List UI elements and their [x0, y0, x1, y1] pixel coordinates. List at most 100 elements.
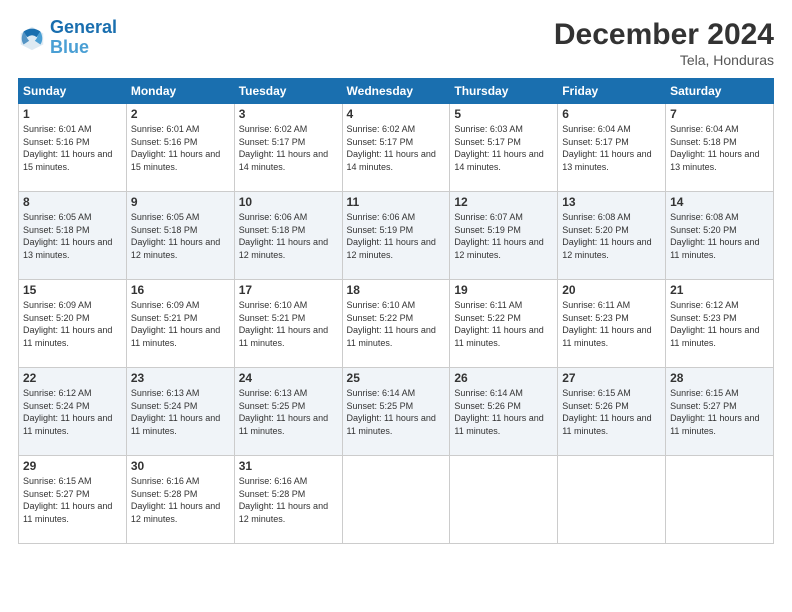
calendar-cell: 30Sunrise: 6:16 AMSunset: 5:28 PMDayligh…: [126, 456, 234, 544]
calendar-table: SundayMondayTuesdayWednesdayThursdayFrid…: [18, 78, 774, 544]
day-number: 26: [454, 371, 553, 385]
day-info: Sunrise: 6:13 AMSunset: 5:25 PMDaylight:…: [239, 387, 338, 437]
month-title: December 2024: [554, 18, 774, 52]
day-header-thursday: Thursday: [450, 79, 558, 104]
day-number: 22: [23, 371, 122, 385]
calendar-cell: 21 Sunrise: 6:12 AMSunset: 5:23 PMDayligh…: [666, 280, 774, 368]
day-info: Sunrise: 6:05 AMSunset: 5:18 PMDaylight:…: [131, 211, 230, 261]
day-info: Sunrise: 6:15 AMSunset: 5:27 PMDaylight:…: [23, 475, 122, 525]
calendar-cell: [666, 456, 774, 544]
day-info: Sunrise: 6:12 AMSunset: 5:24 PMDaylight:…: [23, 387, 122, 437]
day-number: 10: [239, 195, 338, 209]
calendar-cell: 23Sunrise: 6:13 AMSunset: 5:24 PMDayligh…: [126, 368, 234, 456]
week-row: 8Sunrise: 6:05 AMSunset: 5:18 PMDaylight…: [19, 192, 774, 280]
calendar-cell: 9 Sunrise: 6:05 AMSunset: 5:18 PMDaylight…: [126, 192, 234, 280]
calendar-cell: 8Sunrise: 6:05 AMSunset: 5:18 PMDaylight…: [19, 192, 127, 280]
calendar-cell: 22 Sunrise: 6:12 AMSunset: 5:24 PMDayligh…: [19, 368, 127, 456]
day-number: 14: [670, 195, 769, 209]
logo-icon: [18, 24, 46, 52]
day-info: Sunrise: 6:03 AMSunset: 5:17 PMDaylight:…: [454, 123, 553, 173]
logo: GeneralBlue: [18, 18, 117, 58]
calendar-cell: 10 Sunrise: 6:06 AMSunset: 5:18 PMDayligh…: [234, 192, 342, 280]
calendar-cell: 19 Sunrise: 6:11 AMSunset: 5:22 PMDayligh…: [450, 280, 558, 368]
day-info: Sunrise: 6:13 AMSunset: 5:24 PMDaylight:…: [131, 387, 230, 437]
day-info: Sunrise: 6:09 AMSunset: 5:20 PMDaylight:…: [23, 299, 122, 349]
day-number: 15: [23, 283, 122, 297]
day-number: 7: [670, 107, 769, 121]
day-number: 29: [23, 459, 122, 473]
calendar-cell: 14Sunrise: 6:08 AMSunset: 5:20 PMDayligh…: [666, 192, 774, 280]
day-info: Sunrise: 6:06 AMSunset: 5:19 PMDaylight:…: [347, 211, 446, 261]
day-info: Sunrise: 6:04 AMSunset: 5:17 PMDaylight:…: [562, 123, 661, 173]
day-header-sunday: Sunday: [19, 79, 127, 104]
day-info: Sunrise: 6:16 AMSunset: 5:28 PMDaylight:…: [131, 475, 230, 525]
day-number: 25: [347, 371, 446, 385]
calendar-cell: [558, 456, 666, 544]
day-info: Sunrise: 6:09 AMSunset: 5:21 PMDaylight:…: [131, 299, 230, 349]
day-info: Sunrise: 6:01 AMSunset: 5:16 PMDaylight:…: [23, 123, 122, 173]
day-number: 28: [670, 371, 769, 385]
day-info: Sunrise: 6:11 AMSunset: 5:22 PMDaylight:…: [454, 299, 553, 349]
day-number: 13: [562, 195, 661, 209]
subtitle: Tela, Honduras: [554, 52, 774, 68]
calendar-cell: 4 Sunrise: 6:02 AMSunset: 5:17 PMDaylight…: [342, 104, 450, 192]
day-info: Sunrise: 6:02 AMSunset: 5:17 PMDaylight:…: [347, 123, 446, 173]
day-header-tuesday: Tuesday: [234, 79, 342, 104]
day-number: 19: [454, 283, 553, 297]
day-info: Sunrise: 6:04 AMSunset: 5:18 PMDaylight:…: [670, 123, 769, 173]
day-info: Sunrise: 6:07 AMSunset: 5:19 PMDaylight:…: [454, 211, 553, 261]
day-info: Sunrise: 6:08 AMSunset: 5:20 PMDaylight:…: [562, 211, 661, 261]
day-number: 24: [239, 371, 338, 385]
day-number: 2: [131, 107, 230, 121]
week-row: 15 Sunrise: 6:09 AMSunset: 5:20 PMDayligh…: [19, 280, 774, 368]
day-info: Sunrise: 6:06 AMSunset: 5:18 PMDaylight:…: [239, 211, 338, 261]
calendar-cell: 16Sunrise: 6:09 AMSunset: 5:21 PMDayligh…: [126, 280, 234, 368]
day-header-saturday: Saturday: [666, 79, 774, 104]
day-info: Sunrise: 6:14 AMSunset: 5:25 PMDaylight:…: [347, 387, 446, 437]
calendar-cell: 29 Sunrise: 6:15 AMSunset: 5:27 PMDayligh…: [19, 456, 127, 544]
day-number: 12: [454, 195, 553, 209]
calendar-cell: 31 Sunrise: 6:16 AMSunset: 5:28 PMDayligh…: [234, 456, 342, 544]
header: GeneralBlue December 2024 Tela, Honduras: [18, 18, 774, 68]
calendar-cell: [450, 456, 558, 544]
calendar-cell: 25 Sunrise: 6:14 AMSunset: 5:25 PMDayligh…: [342, 368, 450, 456]
logo-text: GeneralBlue: [50, 18, 117, 58]
week-row: 29 Sunrise: 6:15 AMSunset: 5:27 PMDayligh…: [19, 456, 774, 544]
day-number: 27: [562, 371, 661, 385]
day-info: Sunrise: 6:15 AMSunset: 5:27 PMDaylight:…: [670, 387, 769, 437]
day-header-friday: Friday: [558, 79, 666, 104]
day-number: 9: [131, 195, 230, 209]
day-info: Sunrise: 6:10 AMSunset: 5:22 PMDaylight:…: [347, 299, 446, 349]
day-info: Sunrise: 6:10 AMSunset: 5:21 PMDaylight:…: [239, 299, 338, 349]
calendar-cell: 11 Sunrise: 6:06 AMSunset: 5:19 PMDayligh…: [342, 192, 450, 280]
week-row: 1 Sunrise: 6:01 AMSunset: 5:16 PMDaylight…: [19, 104, 774, 192]
header-row: SundayMondayTuesdayWednesdayThursdayFrid…: [19, 79, 774, 104]
day-number: 6: [562, 107, 661, 121]
day-number: 3: [239, 107, 338, 121]
day-info: Sunrise: 6:15 AMSunset: 5:26 PMDaylight:…: [562, 387, 661, 437]
title-block: December 2024 Tela, Honduras: [554, 18, 774, 68]
day-number: 20: [562, 283, 661, 297]
day-info: Sunrise: 6:14 AMSunset: 5:26 PMDaylight:…: [454, 387, 553, 437]
day-header-monday: Monday: [126, 79, 234, 104]
calendar-cell: 24 Sunrise: 6:13 AMSunset: 5:25 PMDayligh…: [234, 368, 342, 456]
day-info: Sunrise: 6:01 AMSunset: 5:16 PMDaylight:…: [131, 123, 230, 173]
day-number: 21: [670, 283, 769, 297]
page: GeneralBlue December 2024 Tela, Honduras…: [0, 0, 792, 612]
day-number: 11: [347, 195, 446, 209]
day-info: Sunrise: 6:12 AMSunset: 5:23 PMDaylight:…: [670, 299, 769, 349]
calendar-cell: 12 Sunrise: 6:07 AMSunset: 5:19 PMDayligh…: [450, 192, 558, 280]
calendar-cell: 5 Sunrise: 6:03 AMSunset: 5:17 PMDaylight…: [450, 104, 558, 192]
calendar-cell: 6 Sunrise: 6:04 AMSunset: 5:17 PMDaylight…: [558, 104, 666, 192]
calendar-cell: 26 Sunrise: 6:14 AMSunset: 5:26 PMDayligh…: [450, 368, 558, 456]
day-number: 31: [239, 459, 338, 473]
calendar-cell: 15 Sunrise: 6:09 AMSunset: 5:20 PMDayligh…: [19, 280, 127, 368]
day-info: Sunrise: 6:16 AMSunset: 5:28 PMDaylight:…: [239, 475, 338, 525]
day-number: 5: [454, 107, 553, 121]
calendar-cell: 7 Sunrise: 6:04 AMSunset: 5:18 PMDaylight…: [666, 104, 774, 192]
day-number: 4: [347, 107, 446, 121]
day-number: 1: [23, 107, 122, 121]
day-number: 17: [239, 283, 338, 297]
calendar-cell: 2 Sunrise: 6:01 AMSunset: 5:16 PMDaylight…: [126, 104, 234, 192]
day-info: Sunrise: 6:11 AMSunset: 5:23 PMDaylight:…: [562, 299, 661, 349]
